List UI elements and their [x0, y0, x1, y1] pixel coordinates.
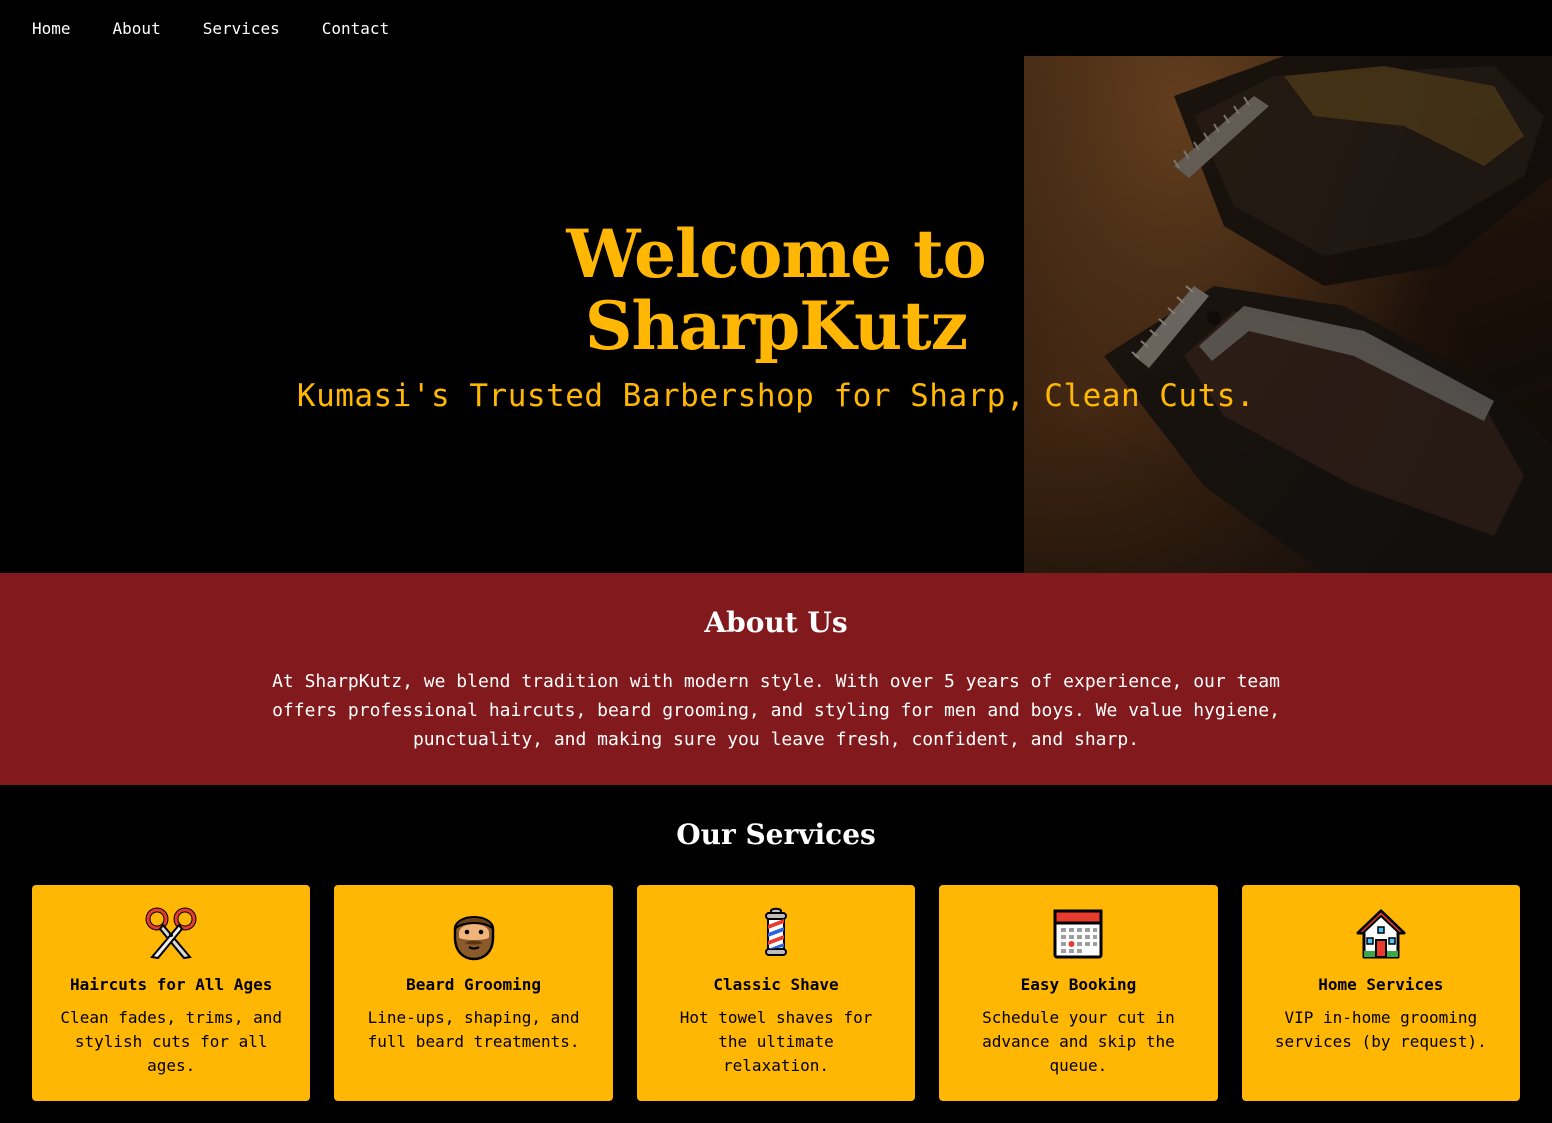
service-title: Beard Grooming: [406, 975, 542, 994]
about-heading: About Us: [704, 606, 848, 639]
service-description: VIP in-home grooming services (by reques…: [1274, 1008, 1487, 1051]
about-section: About Us At SharpKutz, we blend traditio…: [0, 573, 1552, 785]
calendar-icon: [1053, 909, 1103, 959]
hero-title: Welcome to SharpKutz: [0, 218, 1552, 362]
nav-about-link[interactable]: About: [113, 19, 161, 38]
services-section: Our Services Haircuts for All Ages Clean…: [0, 785, 1552, 1123]
hero-title-line-2: SharpKutz: [584, 287, 968, 365]
service-description: Line-ups, shaping, and full beard treatm…: [367, 1008, 580, 1051]
hero-title-line-1: Welcome to: [566, 215, 986, 293]
services-heading: Our Services: [676, 818, 876, 851]
nav-home-link[interactable]: Home: [32, 19, 71, 38]
service-card-shave[interactable]: Classic Shave Hot towel shaves for the u…: [636, 885, 916, 1101]
service-title: Home Services: [1318, 975, 1444, 994]
service-card-booking[interactable]: Easy Booking Schedule your cut in advanc…: [939, 885, 1218, 1101]
service-card-home[interactable]: Home Services VIP in-home grooming servi…: [1241, 885, 1521, 1101]
hero-content: Welcome to SharpKutz Kumasi's Trusted Ba…: [0, 56, 1552, 573]
service-description: Schedule your cut in advance and skip th…: [982, 1008, 1175, 1075]
house-icon: [1356, 909, 1406, 959]
service-title: Easy Booking: [1020, 975, 1137, 994]
scissors-icon: [145, 907, 197, 960]
top-nav: Home About Services Contact: [0, 0, 1552, 56]
service-description: Hot towel shaves for the ultimate relaxa…: [679, 1008, 873, 1075]
bearded-man-icon: [453, 916, 494, 961]
service-title: Classic Shave: [713, 975, 839, 994]
hero-section: Welcome to SharpKutz Kumasi's Trusted Ba…: [0, 56, 1552, 573]
hero-subtitle: Kumasi's Trusted Barbershop for Sharp, C…: [296, 378, 1256, 414]
service-cards: Haircuts for All Ages Clean fades, trims…: [32, 885, 1521, 1101]
barber-pole-icon: [765, 907, 788, 956]
nav-contact-link[interactable]: Contact: [322, 19, 389, 38]
service-card-beard[interactable]: Beard Grooming Line-ups, shaping, and fu…: [334, 885, 613, 1101]
about-body: At SharpKutz, we blend tradition with mo…: [272, 671, 1280, 750]
nav-services-link[interactable]: Services: [203, 19, 280, 38]
service-description: Clean fades, trims, and stylish cuts for…: [60, 1008, 282, 1075]
service-title: Haircuts for All Ages: [70, 975, 273, 994]
service-card-haircuts[interactable]: Haircuts for All Ages Clean fades, trims…: [32, 885, 311, 1101]
